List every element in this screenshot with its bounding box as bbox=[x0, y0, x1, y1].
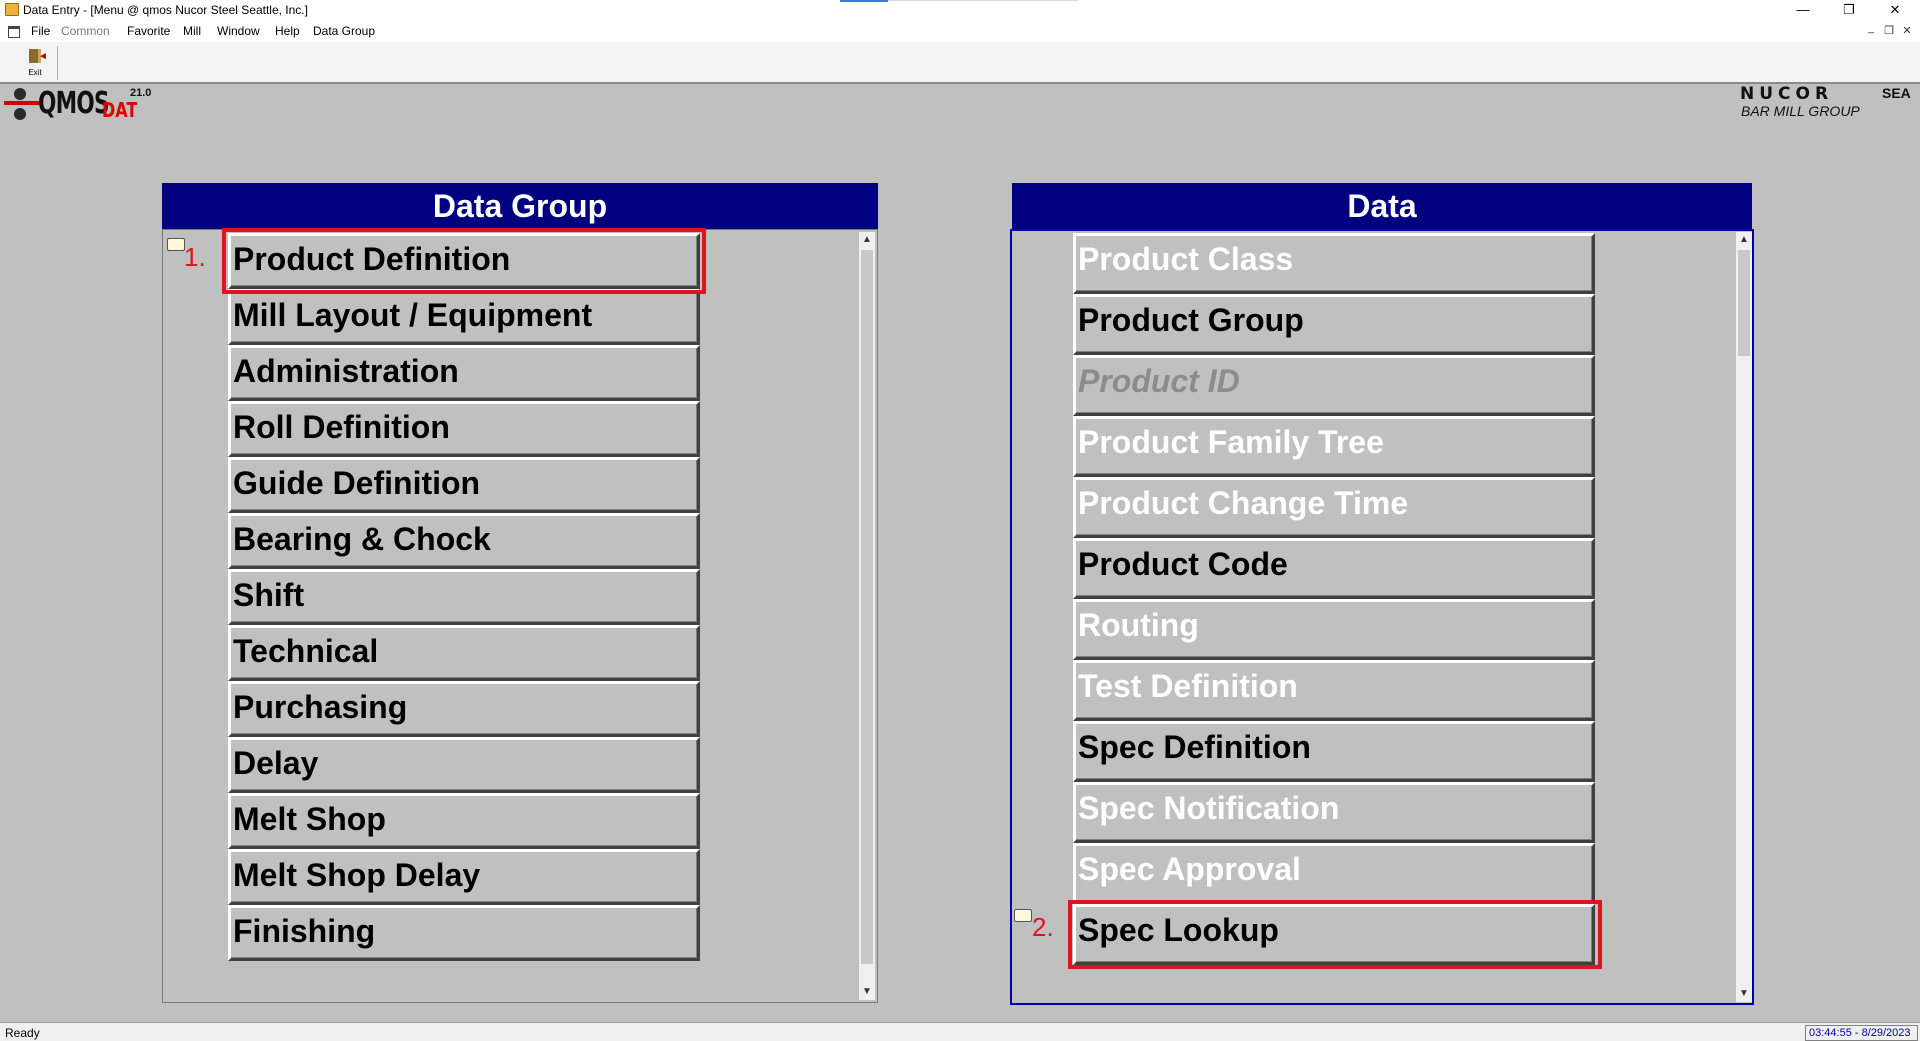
nucor-logo: NUCOR bbox=[1740, 84, 1834, 104]
close-button[interactable]: ✕ bbox=[1872, 0, 1918, 20]
document-icon[interactable] bbox=[8, 26, 20, 38]
btn-administration[interactable]: Administration bbox=[228, 345, 700, 401]
exit-label: Exit bbox=[28, 68, 42, 77]
site-code: SEA bbox=[1882, 85, 1911, 101]
btn-guide-definition[interactable]: Guide Definition bbox=[228, 457, 700, 513]
mdi-restore-button[interactable]: ❐ bbox=[1882, 24, 1896, 37]
btn-product-family-tree[interactable]: Product Family Tree bbox=[1073, 416, 1595, 477]
hand-pointer-icon bbox=[1014, 909, 1032, 922]
toolbar: ◄ Exit bbox=[0, 42, 1920, 84]
maximize-button[interactable]: ❐ bbox=[1826, 0, 1872, 20]
menu-help[interactable]: Help bbox=[275, 24, 300, 38]
scroll-down-icon[interactable]: ▼ bbox=[1736, 986, 1752, 1002]
btn-delay[interactable]: Delay bbox=[228, 737, 700, 793]
exit-button[interactable]: ◄ Exit bbox=[13, 46, 58, 80]
logo-dot-bottom bbox=[14, 108, 26, 120]
btn-mill-layout-equipment[interactable]: Mill Layout / Equipment bbox=[228, 289, 700, 345]
scroll-thumb[interactable] bbox=[861, 250, 873, 964]
logo-version: 21.0 bbox=[130, 87, 152, 99]
title-bar: Data Entry - [Menu @ qmos Nucor Steel Se… bbox=[0, 0, 1920, 20]
btn-spec-definition[interactable]: Spec Definition bbox=[1073, 721, 1595, 782]
menu-data-group[interactable]: Data Group bbox=[313, 24, 375, 38]
menu-bar: File Common Favorite Mill Window Help Da… bbox=[0, 20, 1920, 42]
highlight-spec-lookup bbox=[1068, 900, 1602, 969]
minimize-button[interactable]: — bbox=[1780, 0, 1826, 20]
logo-red-bar bbox=[4, 101, 40, 105]
btn-product-group[interactable]: Product Group bbox=[1073, 294, 1595, 355]
title-accent bbox=[840, 0, 888, 2]
highlight-product-definition bbox=[222, 228, 706, 294]
status-bar: Ready 03:44:55 - 8/29/2023 bbox=[0, 1022, 1920, 1041]
logo-dat: DAT bbox=[102, 98, 138, 122]
step-2-label: 2. bbox=[1032, 912, 1054, 942]
exit-arrow-icon: ◄ bbox=[38, 51, 48, 62]
data-header: Data bbox=[1012, 183, 1752, 229]
title-accent-line bbox=[888, 0, 1078, 1]
data-scrollbar[interactable]: ▲ ▼ bbox=[1736, 232, 1752, 1002]
bar-mill-group: BAR MILL GROUP bbox=[1741, 103, 1860, 119]
status-clock: 03:44:55 - 8/29/2023 bbox=[1805, 1025, 1918, 1041]
status-text: Ready bbox=[5, 1026, 40, 1040]
btn-melt-shop-delay[interactable]: Melt Shop Delay bbox=[228, 849, 700, 905]
scroll-up-icon[interactable]: ▲ bbox=[859, 232, 875, 248]
step-1-label: 1. bbox=[184, 242, 206, 272]
btn-test-definition[interactable]: Test Definition bbox=[1073, 660, 1595, 721]
menu-common[interactable]: Common bbox=[61, 24, 110, 38]
btn-roll-definition[interactable]: Roll Definition bbox=[228, 401, 700, 457]
btn-melt-shop[interactable]: Melt Shop bbox=[228, 793, 700, 849]
scroll-thumb[interactable] bbox=[1738, 250, 1750, 356]
menu-favorite[interactable]: Favorite bbox=[127, 24, 170, 38]
btn-product-change-time[interactable]: Product Change Time bbox=[1073, 477, 1595, 538]
menu-file[interactable]: File bbox=[31, 24, 50, 38]
btn-purchasing[interactable]: Purchasing bbox=[228, 681, 700, 737]
scroll-up-icon[interactable]: ▲ bbox=[1736, 232, 1752, 248]
mdi-minimize-button[interactable]: _ bbox=[1864, 22, 1878, 34]
btn-spec-notification[interactable]: Spec Notification bbox=[1073, 782, 1595, 843]
logo-dot-top bbox=[14, 88, 26, 100]
btn-bearing-chock[interactable]: Bearing & Chock bbox=[228, 513, 700, 569]
logo-text: QMOS bbox=[38, 86, 110, 121]
btn-product-id[interactable]: Product ID bbox=[1073, 355, 1595, 416]
btn-product-class[interactable]: Product Class bbox=[1073, 233, 1595, 294]
btn-technical[interactable]: Technical bbox=[228, 625, 700, 681]
btn-routing[interactable]: Routing bbox=[1073, 599, 1595, 660]
qmos-logo: QMOS DAT 21.0 bbox=[4, 84, 164, 124]
scroll-down-icon[interactable]: ▼ bbox=[859, 984, 875, 1000]
hand-pointer-icon bbox=[167, 238, 185, 251]
btn-finishing[interactable]: Finishing bbox=[228, 905, 700, 961]
mdi-close-button[interactable]: ✕ bbox=[1900, 24, 1914, 37]
btn-spec-approval[interactable]: Spec Approval bbox=[1073, 843, 1595, 904]
data-group-header: Data Group bbox=[162, 183, 878, 229]
btn-shift[interactable]: Shift bbox=[228, 569, 700, 625]
menu-window[interactable]: Window bbox=[217, 24, 260, 38]
menu-mill[interactable]: Mill bbox=[183, 24, 201, 38]
window-title: Data Entry - [Menu @ qmos Nucor Steel Se… bbox=[23, 3, 308, 17]
btn-product-code[interactable]: Product Code bbox=[1073, 538, 1595, 599]
data-group-scrollbar[interactable]: ▲ ▼ bbox=[859, 232, 875, 1000]
app-icon bbox=[5, 3, 19, 16]
